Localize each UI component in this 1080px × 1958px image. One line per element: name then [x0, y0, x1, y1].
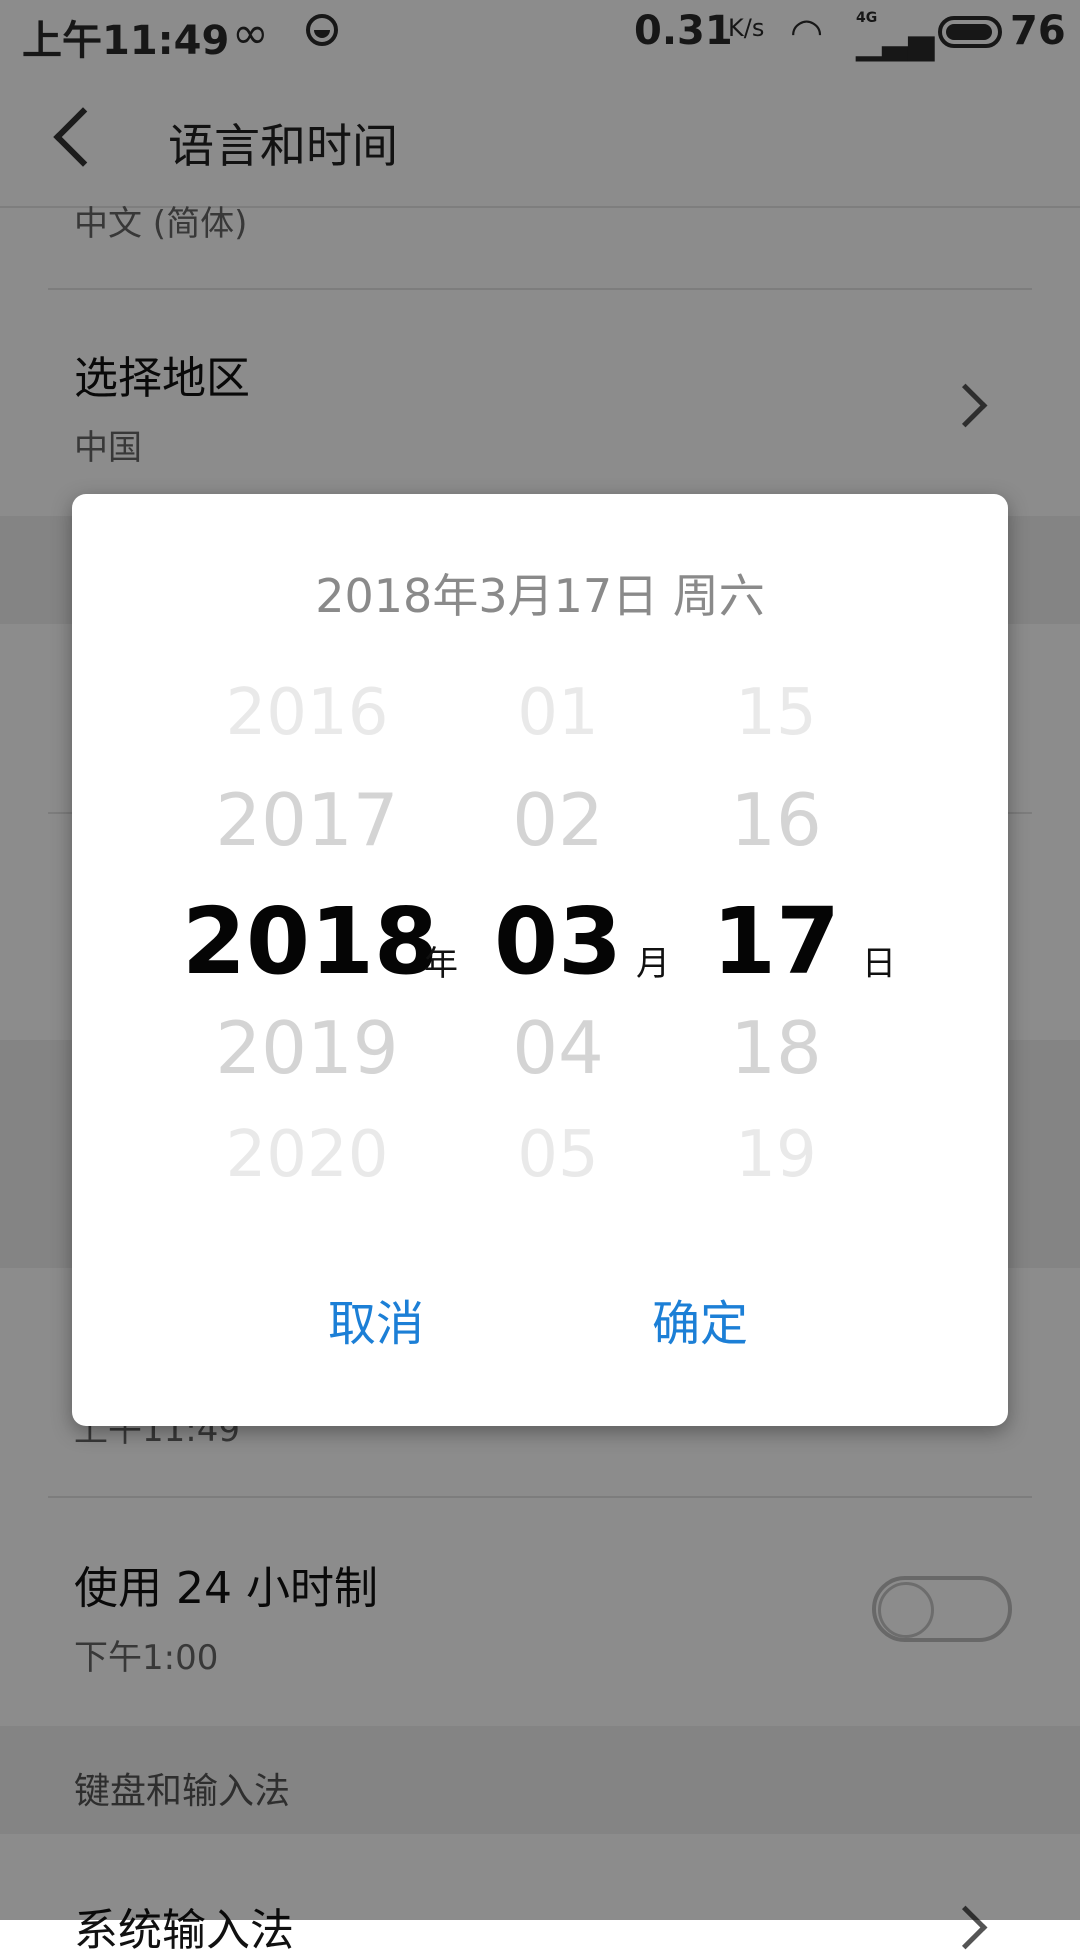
month-option[interactable]: 01 [478, 676, 638, 750]
month-picker[interactable]: 01 02 03 04 05 [478, 664, 638, 1224]
year-option[interactable]: 2019 [182, 1006, 432, 1090]
month-option[interactable]: 04 [478, 1006, 638, 1090]
year-option[interactable]: 2017 [182, 778, 432, 862]
month-selected[interactable]: 03 [478, 888, 638, 995]
day-unit: 日 [862, 944, 896, 984]
month-unit: 月 [636, 944, 670, 984]
month-option[interactable]: 02 [478, 778, 638, 862]
day-picker[interactable]: 15 16 17 18 19 [706, 664, 846, 1224]
day-option[interactable]: 16 [706, 778, 846, 862]
dialog-title: 2018年3月17日 周六 [315, 569, 765, 623]
year-option[interactable]: 2020 [182, 1118, 432, 1192]
day-option[interactable]: 18 [706, 1006, 846, 1090]
month-option[interactable]: 05 [478, 1118, 638, 1192]
cancel-button[interactable]: 取消 [276, 1284, 476, 1364]
day-selected[interactable]: 17 [706, 888, 846, 995]
day-option[interactable]: 15 [706, 676, 846, 750]
confirm-button[interactable]: 确定 [600, 1284, 800, 1364]
date-picker-dialog: 2018年3月17日 周六 2016 2017 2018 2019 2020 年… [72, 494, 1008, 1426]
year-option[interactable]: 2016 [182, 676, 432, 750]
day-option[interactable]: 19 [706, 1118, 846, 1192]
year-selected[interactable]: 2018 [182, 888, 438, 995]
year-unit: 年 [424, 944, 458, 984]
year-picker[interactable]: 2016 2017 2018 2019 2020 [182, 664, 438, 1224]
